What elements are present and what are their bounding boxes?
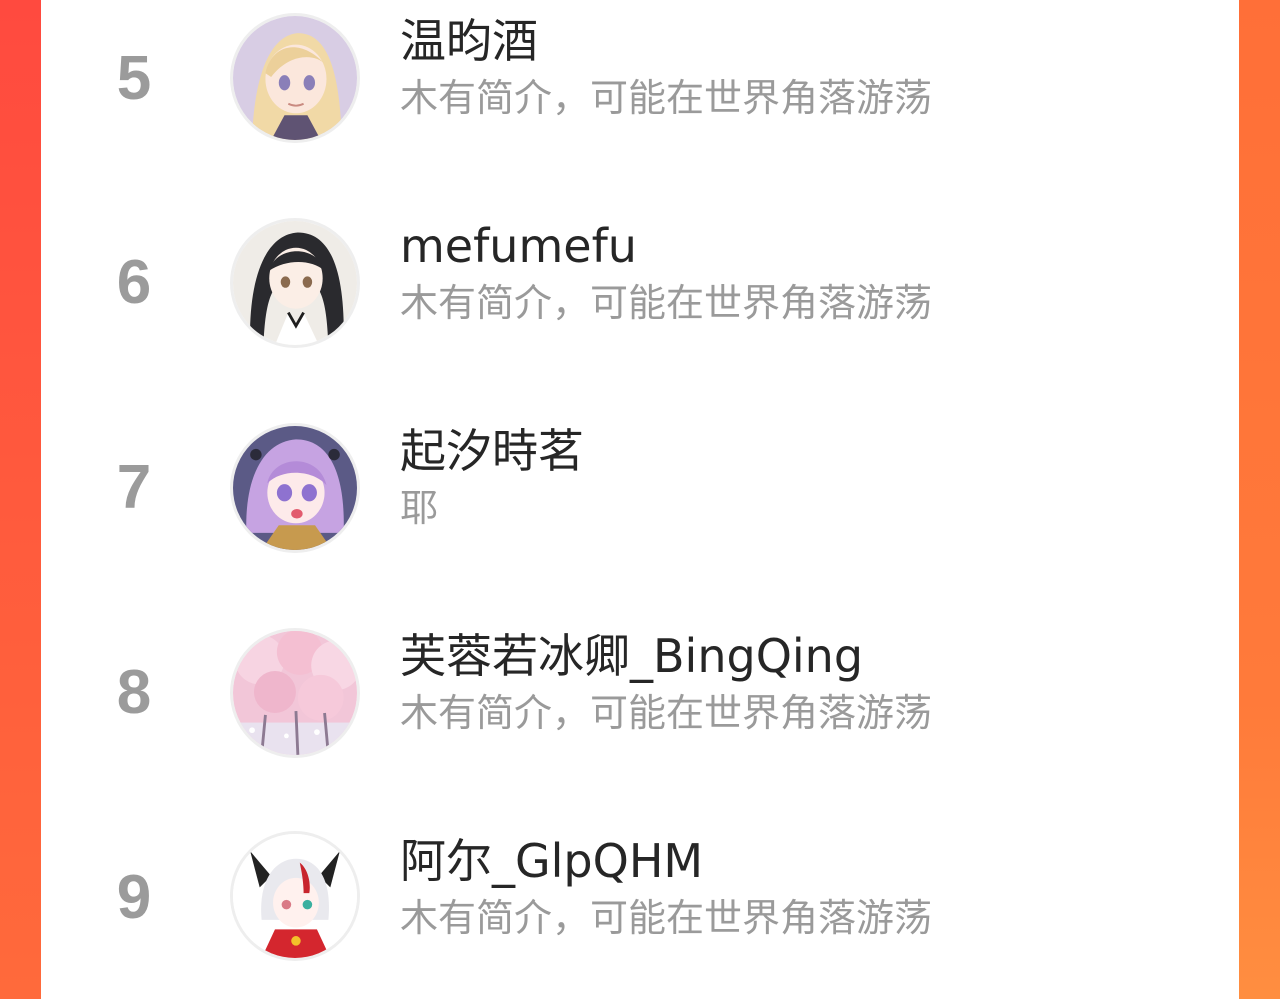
ranking-row[interactable]: 5 温昀酒 木有简介，可能在世界角落游荡 — [41, 0, 1239, 200]
user-bio: 木有简介，可能在世界角落游荡 — [400, 896, 933, 940]
rank-number: 8 — [116, 658, 152, 727]
rank-number: 7 — [116, 453, 152, 522]
ranking-row[interactable]: 9 阿尔_GlpQHM 木有简介，可能在世界角落游荡 — [41, 820, 1239, 999]
user-name[interactable]: 起汐時茗 — [400, 426, 584, 477]
user-name[interactable]: 阿尔_GlpQHM — [400, 836, 703, 887]
user-bio: 木有简介，可能在世界角落游荡 — [400, 691, 933, 735]
background-right-edge — [1239, 0, 1280, 999]
user-name[interactable]: 芙蓉若冰卿_BingQing — [400, 631, 863, 682]
rank-number: 5 — [116, 44, 152, 113]
rank-number: 9 — [116, 863, 152, 932]
cherry-blossom-avatar-icon[interactable] — [230, 628, 360, 758]
user-bio: 木有简介，可能在世界角落游荡 — [400, 76, 933, 120]
rank-number: 6 — [116, 248, 152, 317]
user-bio: 木有简介，可能在世界角落游荡 — [400, 281, 933, 325]
ranking-row[interactable]: 6 mefumefu 木有简介，可能在世界角落游荡 — [41, 205, 1239, 405]
ranking-list-panel: 5 温昀酒 木有简介，可能在世界角落游荡 6 mefumefu 木有简介，可能在… — [41, 0, 1239, 999]
anime-avatar-purple-hair-icon[interactable] — [230, 423, 360, 553]
anime-avatar-black-hair-icon[interactable] — [230, 218, 360, 348]
user-bio: 耶 — [400, 486, 439, 530]
background-left-edge — [0, 0, 41, 999]
user-name[interactable]: mefumefu — [400, 221, 637, 272]
anime-avatar-cat-ears-icon[interactable] — [230, 831, 360, 961]
ranking-row[interactable]: 7 起汐時茗 耶 — [41, 410, 1239, 610]
anime-avatar-blonde-girl-icon[interactable] — [230, 13, 360, 143]
user-name[interactable]: 温昀酒 — [400, 16, 538, 67]
ranking-row[interactable]: 8 芙蓉若冰卿_BingQing 木有简介，可能在世界角落游荡 — [41, 615, 1239, 815]
